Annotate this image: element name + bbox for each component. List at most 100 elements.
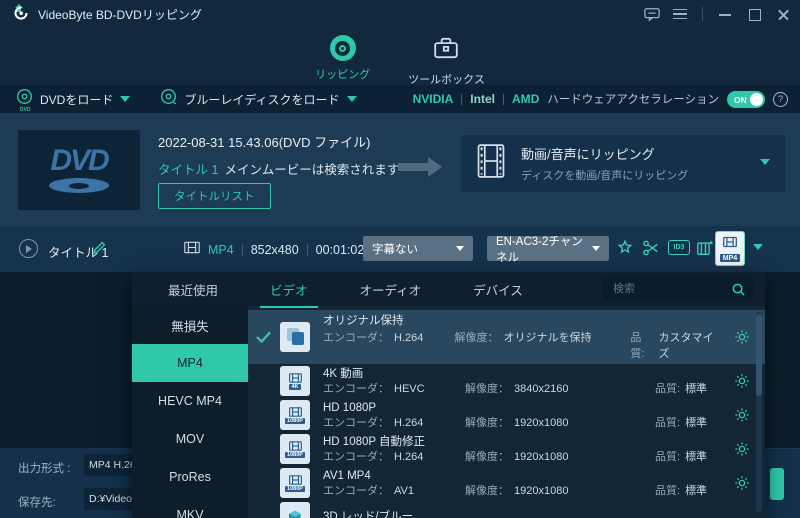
format-row-hd1080p[interactable]: 1080P HD 1080P エンコーダ：H.264 解像度：1920x1080… (248, 398, 765, 432)
titlebar: VideoByte BD-DVDリッピング (0, 0, 800, 28)
destination-label: 保存先: (18, 494, 56, 510)
destination-input[interactable]: D:¥VideoB (84, 488, 132, 510)
load-bluray-label: ブルーレイディスクをロード (184, 91, 339, 108)
play-preview-button[interactable] (19, 239, 38, 258)
dvd-thumbnail: DVD (18, 130, 140, 210)
audio-track-select[interactable]: EN-AC3-2チャンネル (487, 236, 609, 261)
popup-tab-recent[interactable]: 最近使用 (164, 271, 222, 308)
popup-tab-audio[interactable]: オーディオ (356, 271, 426, 308)
title-list-button[interactable]: タイトルリスト (158, 183, 271, 209)
format-row-av1[interactable]: 1080P AV1 MP4 エンコーダ：AV1 解像度：1920x1080 品質… (248, 466, 765, 500)
hardware-acceleration-cluster: NVIDIA Intel AMD ハードウェアアクセラレーション ON ? (413, 91, 788, 108)
disc-title-note: メインムービーは検索されます (224, 159, 399, 178)
format-name: 3D レッド/ブルー (323, 510, 765, 518)
sidebar-item-mp4[interactable]: MP4 (132, 344, 248, 382)
4k-video-icon: 4K (280, 366, 310, 396)
hw-accel-toggle[interactable]: ON (727, 91, 765, 108)
popup-tab-device[interactable]: デバイス (469, 271, 527, 308)
format-row-3d[interactable]: 3D レッド/ブルー (248, 500, 765, 518)
effect-star-icon[interactable] (616, 239, 634, 262)
brand-separator (503, 94, 504, 105)
format-name: HD 1080P (323, 401, 719, 416)
popup-scrollbar-thumb[interactable] (756, 314, 762, 396)
format-badge: MP4 (720, 254, 739, 262)
minimize-button[interactable] (718, 7, 732, 21)
output-card-subtitle: ディスクを動画/音声にリッピング (521, 167, 688, 183)
tab-ripping-label: リッピング (315, 66, 370, 82)
profile-adjust-icon[interactable] (696, 239, 714, 262)
sidebar-item-lossless[interactable]: 無損失 (132, 306, 248, 344)
encoder-value: H.264 (394, 330, 423, 362)
sidebar-item-prores[interactable]: ProRes (132, 458, 248, 496)
1080p-video-icon: 1080P (280, 434, 310, 464)
tab-toolbox[interactable]: ツールボックス (408, 28, 485, 85)
title-row: タイトル 1 MP4 852x480 00:01:02 字幕ない EN-AC3-… (0, 226, 800, 272)
media-duration: 00:01:02 (316, 243, 365, 257)
icon-badge: 1080P (285, 418, 305, 424)
feedback-icon[interactable] (644, 7, 658, 21)
close-button[interactable] (776, 7, 790, 21)
app-logo-icon (12, 3, 30, 26)
icon-badge: 1080P (285, 486, 305, 492)
format-row-original[interactable]: オリジナル保持 エンコーダ：H.264 解像度：オリジナルを保持 品質:カスタマ… (248, 310, 765, 364)
subtitle-select[interactable]: 字幕ない (363, 236, 473, 261)
filmstrip-icon (477, 144, 505, 183)
dvd-disc-icon: DVD (16, 88, 33, 110)
sidebar-item-mov[interactable]: MOV (132, 420, 248, 458)
right-footer-area (765, 448, 800, 518)
toolbox-briefcase-icon (433, 35, 459, 66)
format-row-hd1080p-autofix[interactable]: 1080P HD 1080P 自動修正 エンコーダ：H.264 解像度：1920… (248, 432, 765, 466)
keep-original-icon (280, 322, 310, 352)
media-resolution: 852x480 (251, 243, 299, 257)
output-format-select[interactable]: MP4 H.26 (84, 454, 132, 476)
load-bar: DVD DVDをロード ブルーレイディスクをロード NVIDIA Intel A… (0, 85, 800, 113)
load-bluray-caret-icon (347, 96, 357, 102)
output-format-label: 出力形式 : (18, 460, 70, 476)
popup-tab-video[interactable]: ビデオ (266, 271, 312, 308)
media-info: MP4 852x480 00:01:02 (184, 241, 364, 259)
audio-select-caret-icon (592, 246, 600, 251)
id3-tag-button[interactable]: ID3 (668, 240, 690, 255)
format-row-4k[interactable]: 4K 4K 動画 エンコーダ：HEVC 解像度：3840x2160 品質:標準 (248, 364, 765, 398)
check-icon (256, 331, 280, 343)
window-controls (644, 0, 790, 28)
sidebar-item-mkv[interactable]: MKV (132, 496, 248, 518)
tab-ripping[interactable]: リッピング (315, 28, 370, 85)
load-bluray-button[interactable]: ブルーレイディスクをロード (160, 88, 356, 110)
rename-pencil-icon[interactable] (92, 241, 106, 260)
format-name: 4K 動画 (323, 367, 719, 382)
app-title: VideoByte BD-DVDリッピング (38, 6, 202, 23)
format-film-icon (723, 235, 737, 253)
popup-scrollbar (756, 312, 762, 512)
icon-badge: 4K (289, 384, 300, 390)
format-sidebar: 無損失 MP4 HEVC MP4 MOV ProRes MKV (132, 306, 248, 518)
output-format-button[interactable]: MP4 (716, 232, 744, 265)
cut-scissors-icon[interactable] (642, 239, 660, 262)
disc-title-line: タイトル 1 メインムービーは検索されます (158, 159, 399, 178)
subtitle-select-caret-icon (456, 246, 464, 251)
brand-separator (461, 94, 462, 105)
sidebar-item-hevc-mp4[interactable]: HEVC MP4 (132, 382, 248, 420)
rip-all-button-edge[interactable] (770, 468, 784, 500)
load-dvd-button[interactable]: DVD DVDをロード (16, 88, 130, 110)
media-format: MP4 (208, 243, 234, 257)
output-mode-card[interactable]: 動画/音声にリッピング ディスクを動画/音声にリッピング (461, 135, 786, 192)
load-dvd-caret-icon (120, 96, 130, 102)
format-name: オリジナル保持 (323, 312, 719, 330)
load-dvd-label: DVDをロード (40, 91, 113, 108)
format-search (603, 278, 753, 300)
output-card-caret-icon (760, 159, 770, 165)
hw-accel-help-icon[interactable]: ? (773, 92, 788, 107)
encoder-label: エンコーダ： (323, 330, 389, 362)
subtitle-select-value: 字幕ない (372, 241, 448, 257)
toggle-on-label: ON (734, 95, 747, 105)
menu-icon[interactable] (673, 9, 687, 20)
format-caret-icon[interactable] (753, 244, 763, 250)
hw-accel-label: ハードウェアアクセラレーション (547, 91, 719, 107)
brand-nvidia: NVIDIA (413, 92, 454, 106)
search-icon[interactable] (731, 282, 746, 302)
maximize-button[interactable] (747, 7, 761, 21)
brand-amd: AMD (512, 92, 539, 106)
popup-tabbar: 最近使用 ビデオ オーディオ デバイス (132, 272, 765, 306)
output-card-texts: 動画/音声にリッピング ディスクを動画/音声にリッピング (521, 144, 688, 183)
